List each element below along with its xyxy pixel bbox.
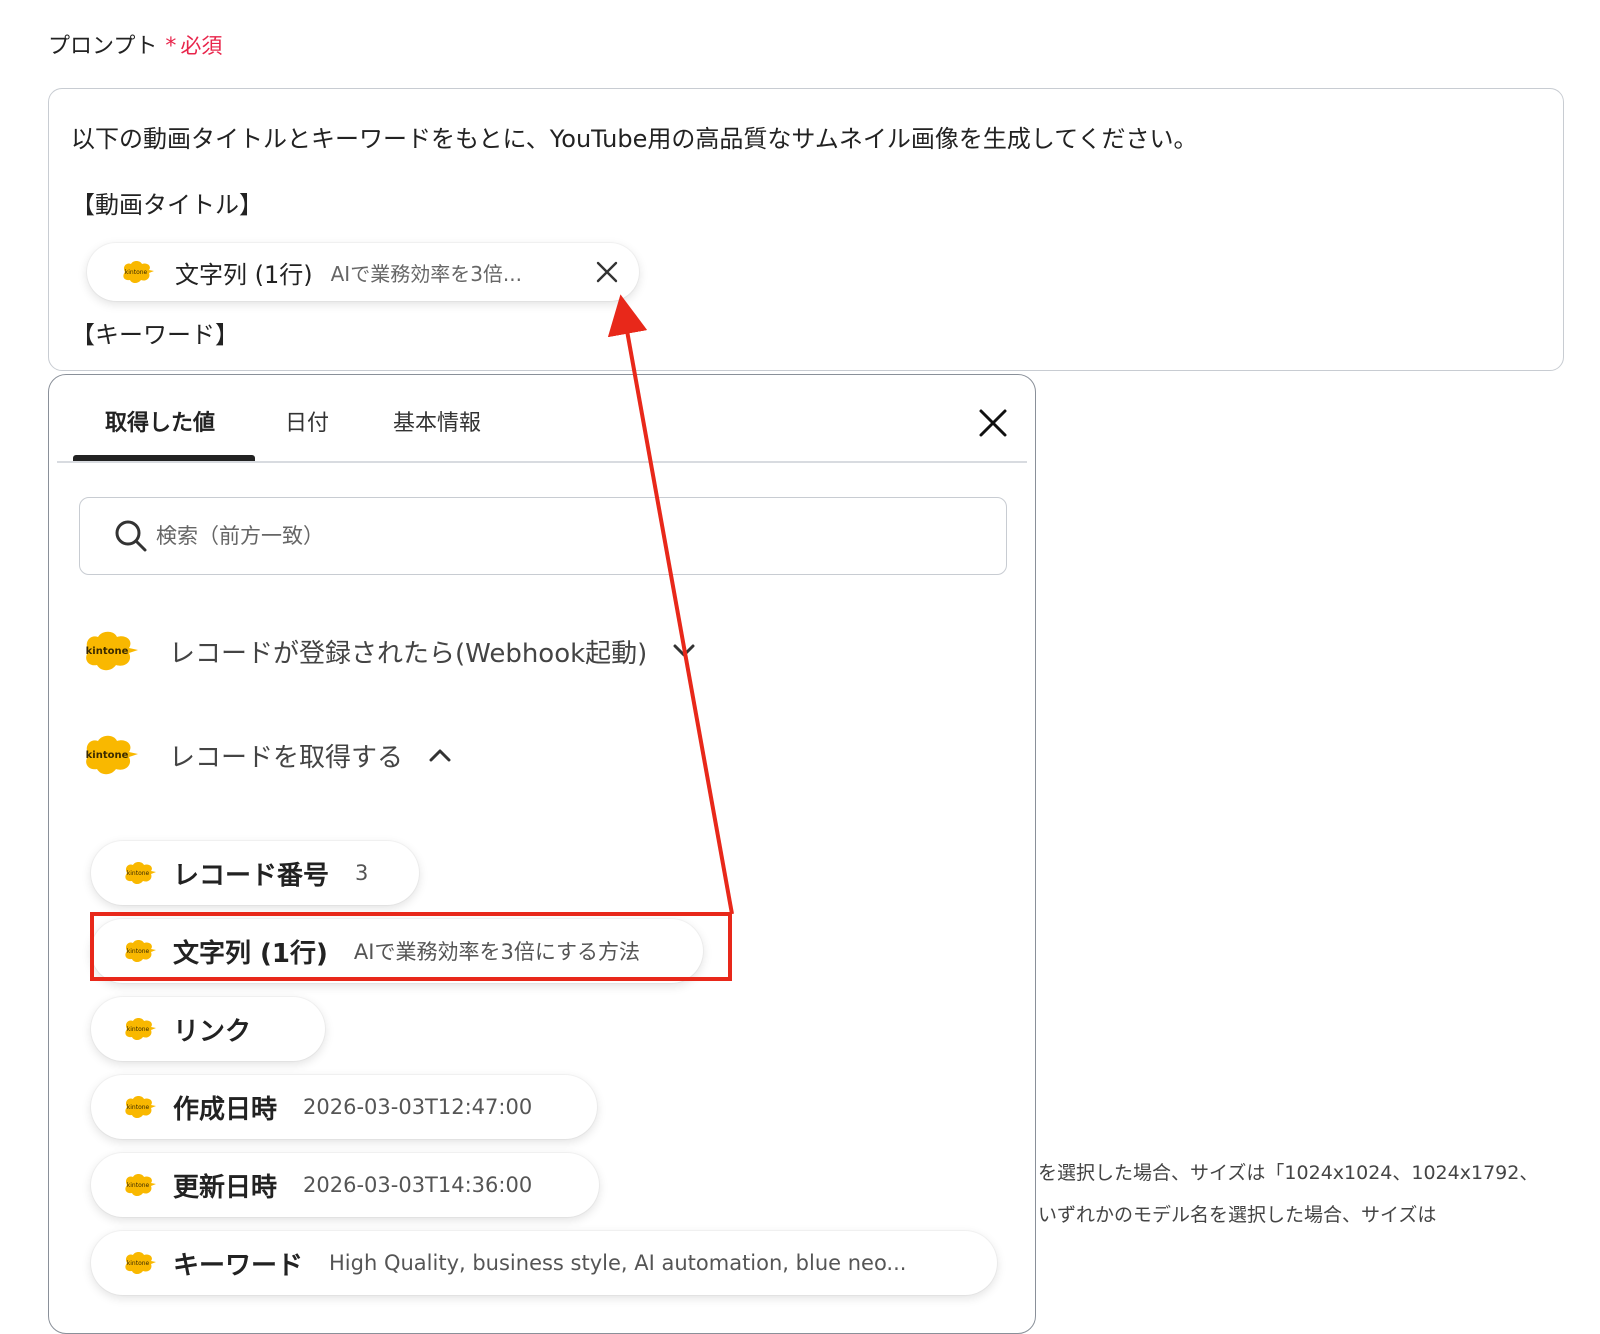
item-label: リンク [173,1016,252,1047]
prompt-textarea[interactable]: 以下の動画タイトルとキーワードをもとに、YouTube用の高品質なサムネイル画像… [48,88,1564,371]
item-value: 3 [355,861,369,885]
prompt-field-label: プロンプト * 必須 [48,28,222,60]
help-text-line-2: いずれかのモデル名を選択した場合、サイズは [1038,1204,1437,1226]
list-item-keyword[interactable]: kintone キーワード High Quality, business sty… [91,1231,997,1295]
kintone-logo-icon: kintone [125,1018,156,1040]
item-value: 2026-03-03T14:36:00 [303,1173,533,1197]
item-label: キーワード [173,1250,304,1281]
section-title: レコードを取得する [169,742,404,773]
item-value: 2026-03-03T12:47:00 [303,1095,533,1119]
kintone-logo-icon: kintone [125,1252,156,1274]
required-badge: 必須 [180,34,223,58]
list-item-record-number[interactable]: kintone レコード番号 3 [91,841,419,905]
close-picker-icon[interactable] [977,407,1009,439]
prompt-line-keyword-heading: 【キーワード】 [71,321,239,349]
inserted-variable-chip[interactable]: kintone 文字列 (1行) AIで業務効率を3倍... [87,243,639,301]
item-value: AIで業務効率を3倍にする方法 [353,940,641,964]
kintone-logo-icon: kintone [123,261,154,283]
chip-label: 文字列 (1行) [175,260,313,289]
svg-text:kintone: kintone [125,269,148,276]
search-icon [115,520,147,552]
required-asterisk: * [165,34,177,59]
kintone-logo-icon: kintone [125,940,156,962]
tab-obtained-values[interactable]: 取得した値 [105,405,215,437]
field-label-text: プロンプト [48,34,158,59]
help-text-line-1: を選択した場合、サイズは「1024x1024、1024x1792、 [1038,1162,1539,1184]
svg-text:kintone: kintone [127,1026,150,1033]
svg-text:kintone: kintone [86,750,129,761]
chevron-up-icon [429,749,451,762]
search-input[interactable] [154,523,858,549]
svg-text:kintone: kintone [127,1260,150,1267]
tab-date[interactable]: 日付 [285,405,329,437]
prompt-line-instruction: 以下の動画タイトルとキーワードをもとに、YouTube用の高品質なサムネイル画像… [71,125,1198,153]
picker-tabs: 取得した値 日付 基本情報 [49,375,1035,463]
kintone-logo-icon: kintone [125,862,156,884]
kintone-logo-icon: kintone [125,1174,156,1196]
list-item-single-line-text[interactable]: kintone 文字列 (1行) AIで業務効率を3倍にする方法 [91,919,703,983]
svg-text:kintone: kintone [127,1104,150,1111]
item-label: 文字列 (1行) [173,938,328,969]
kintone-logo-icon: kintone [125,1096,156,1118]
svg-text:kintone: kintone [127,948,150,955]
section-get-record[interactable]: kintone レコードを取得する [79,733,451,777]
svg-text:kintone: kintone [127,870,150,877]
list-item-created-at[interactable]: kintone 作成日時 2026-03-03T12:47:00 [91,1075,597,1139]
variable-picker-panel: 取得した値 日付 基本情報 kintone レコードが登録されたら(Webhoo… [48,374,1036,1334]
search-field[interactable] [79,497,1007,575]
item-label: レコード番号 [173,860,330,891]
item-value: High Quality, business style, AI automat… [329,1251,907,1275]
section-title: レコードが登録されたら(Webhook起動) [169,638,648,669]
list-item-updated-at[interactable]: kintone 更新日時 2026-03-03T14:36:00 [91,1153,599,1217]
svg-text:kintone: kintone [127,1182,150,1189]
chip-value: AIで業務効率を3倍... [330,261,523,286]
remove-chip-close-icon[interactable] [595,260,619,284]
tab-divider [57,461,1027,463]
list-item-link[interactable]: kintone リンク [91,997,325,1061]
kintone-logo-icon: kintone [86,735,138,775]
section-webhook-trigger[interactable]: kintone レコードが登録されたら(Webhook起動) [79,629,695,673]
svg-text:kintone: kintone [86,646,129,657]
kintone-logo-icon: kintone [86,631,138,671]
item-label: 更新日時 [173,1172,278,1203]
chevron-down-icon [673,644,695,657]
prompt-line-video-title-heading: 【動画タイトル】 [71,191,263,219]
tab-basic-info[interactable]: 基本情報 [393,405,481,437]
item-label: 作成日時 [173,1094,278,1125]
